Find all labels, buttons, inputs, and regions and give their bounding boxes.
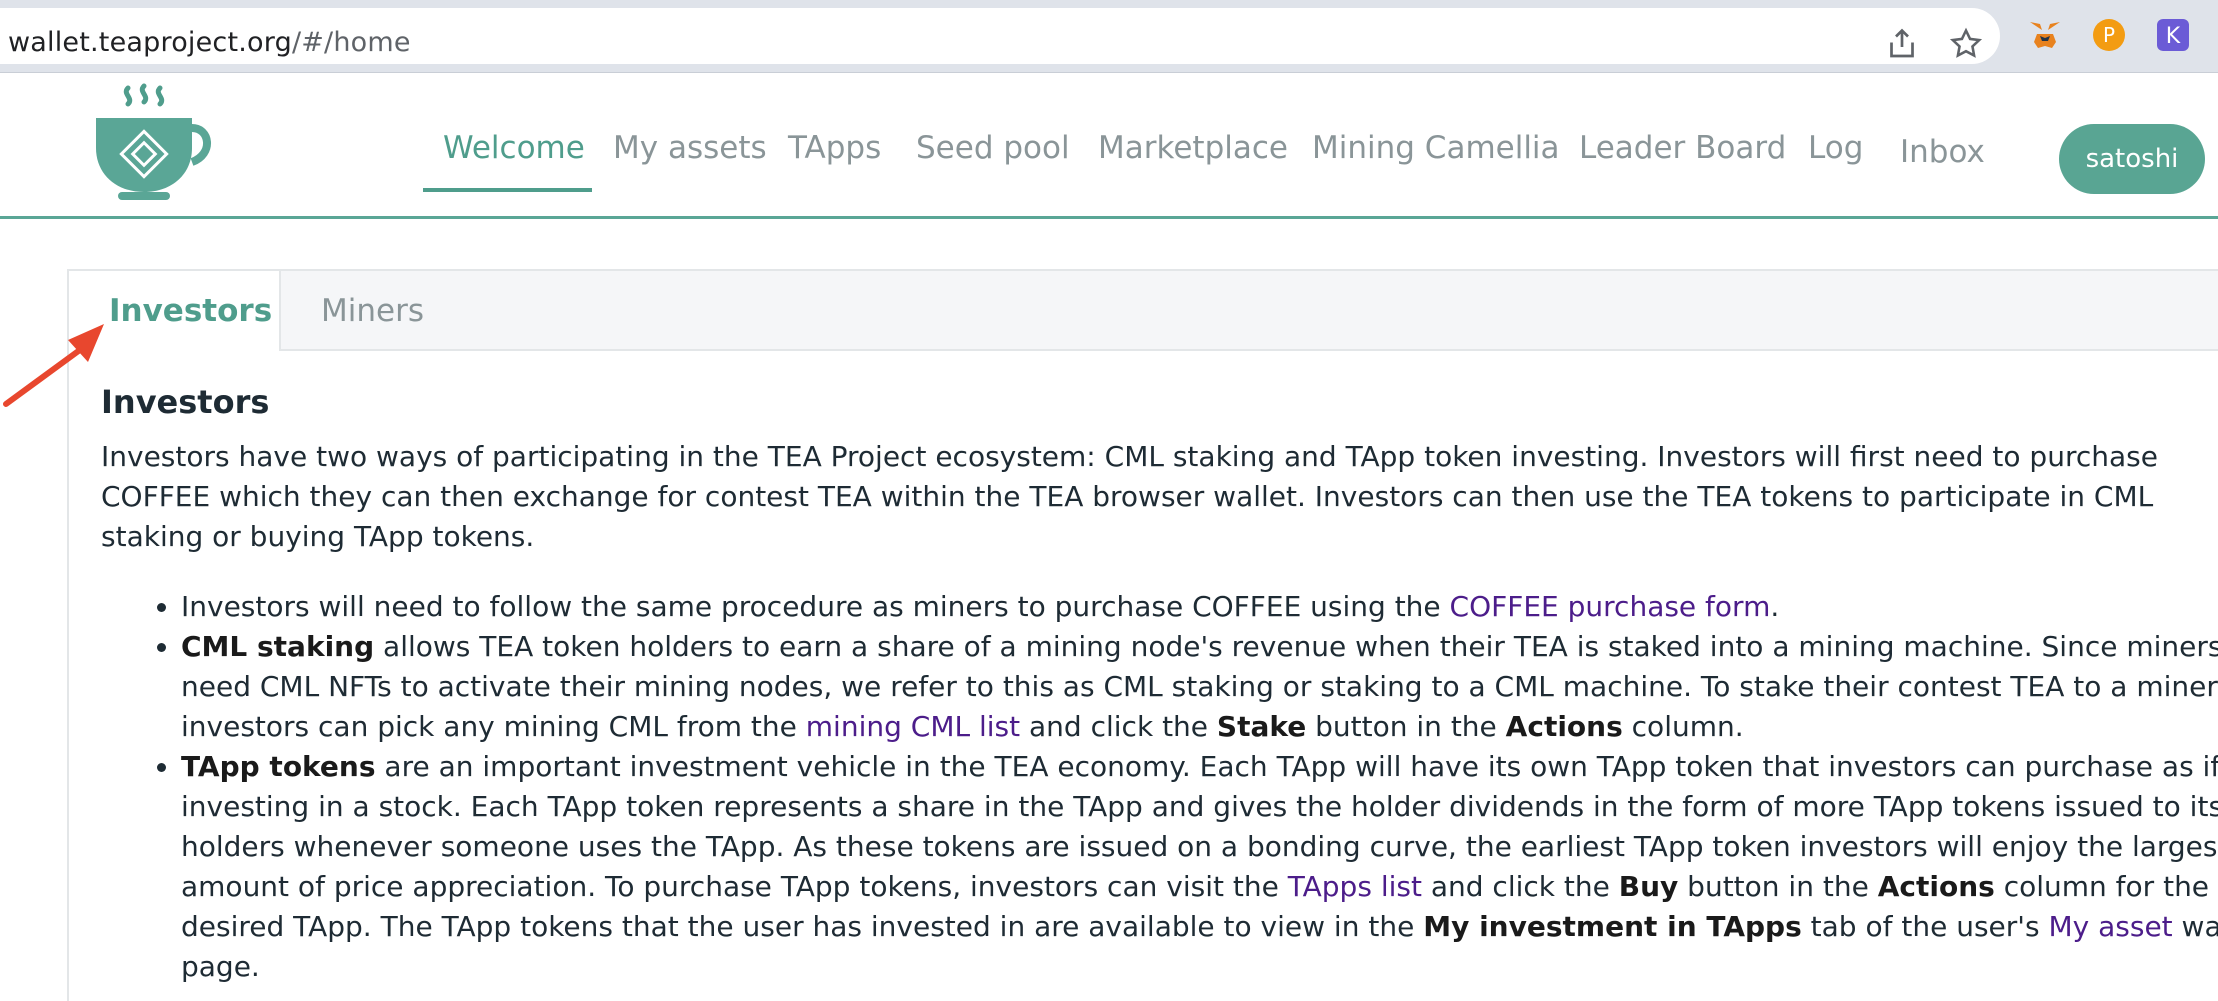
bullet-text: and click the xyxy=(1421,870,1619,903)
my-asset-link[interactable]: My asset xyxy=(2048,910,2172,943)
list-item: CML staking allows TEA token holders to … xyxy=(181,627,2218,747)
bullet-text: Investors will need to follow the same p… xyxy=(181,590,1450,623)
polkadot-extension-icon[interactable]: P xyxy=(2090,16,2128,54)
nav-leader-board[interactable]: Leader Board xyxy=(1579,130,1786,166)
nav-seed-pool[interactable]: Seed pool xyxy=(916,130,1070,166)
bullet-text: button in the xyxy=(1306,710,1506,743)
annotation-arrow-icon xyxy=(3,324,104,407)
bold-term: TApp tokens xyxy=(181,750,376,783)
content-panel: Investors Miners Investors Investors hav… xyxy=(67,269,2218,1001)
nav-marketplace[interactable]: Marketplace xyxy=(1098,130,1288,166)
share-icon[interactable] xyxy=(1884,26,1920,62)
nav-tapps[interactable]: TApps xyxy=(788,130,881,166)
nav-welcome[interactable]: Welcome xyxy=(443,130,585,166)
address-bar[interactable]: wallet.teaproject.org/#/home xyxy=(0,8,2000,64)
intro-paragraph: Investors have two ways of participating… xyxy=(101,440,2158,553)
nav-mining-camellia[interactable]: Mining Camellia xyxy=(1312,130,1560,166)
nav-log[interactable]: Log xyxy=(1808,130,1863,166)
bullet-text: . xyxy=(1770,590,1780,623)
bullet-text: column. xyxy=(1622,710,1744,743)
bold-term: Actions xyxy=(1877,870,1995,903)
url-text[interactable]: wallet.teaproject.org/#/home xyxy=(8,27,411,58)
tapps-list-link[interactable]: TApps list xyxy=(1288,870,1422,903)
main-nav: Welcome My assets TApps Seed pool Market… xyxy=(0,130,2218,190)
nav-active-underline xyxy=(423,188,592,192)
coffee-purchase-form-link[interactable]: COFFEE purchase form xyxy=(1450,590,1771,623)
bold-term: Actions xyxy=(1505,710,1623,743)
user-account-button[interactable]: satoshi xyxy=(2059,124,2205,194)
nav-my-assets[interactable]: My assets xyxy=(613,130,767,166)
browser-toolbar: wallet.teaproject.org/#/home P K xyxy=(0,0,2218,73)
bold-term: My investment in TApps xyxy=(1423,910,1802,943)
header-divider xyxy=(0,216,2218,219)
svg-text:K: K xyxy=(2166,24,2181,49)
metamask-extension-icon[interactable] xyxy=(2026,16,2064,54)
nav-inbox[interactable]: Inbox xyxy=(1900,134,1985,170)
bold-term: Stake xyxy=(1216,710,1307,743)
bold-term: CML staking xyxy=(181,630,375,663)
bullet-text: tab of the user's xyxy=(1801,910,2049,943)
bookmark-star-icon[interactable] xyxy=(1948,26,1984,62)
section-title: Investors xyxy=(101,383,270,421)
bold-term: Buy xyxy=(1618,870,1679,903)
bullet-text: button in the xyxy=(1678,870,1878,903)
url-host: wallet.teaproject.org xyxy=(8,27,292,58)
url-path: /#/home xyxy=(291,27,411,58)
mining-cml-list-link[interactable]: mining CML list xyxy=(806,710,1020,743)
investor-bullets: Investors will need to follow the same p… xyxy=(101,587,2218,987)
bullet-text: and click the xyxy=(1020,710,1217,743)
list-item: TApp tokens are an important investment … xyxy=(181,747,2218,987)
svg-text:P: P xyxy=(2103,23,2115,47)
list-item: Investors will need to follow the same p… xyxy=(181,587,2218,627)
tab-bar: Investors Miners xyxy=(69,271,2218,351)
k-extension-icon[interactable]: K xyxy=(2154,16,2192,54)
tab-miners[interactable]: Miners xyxy=(281,271,464,351)
